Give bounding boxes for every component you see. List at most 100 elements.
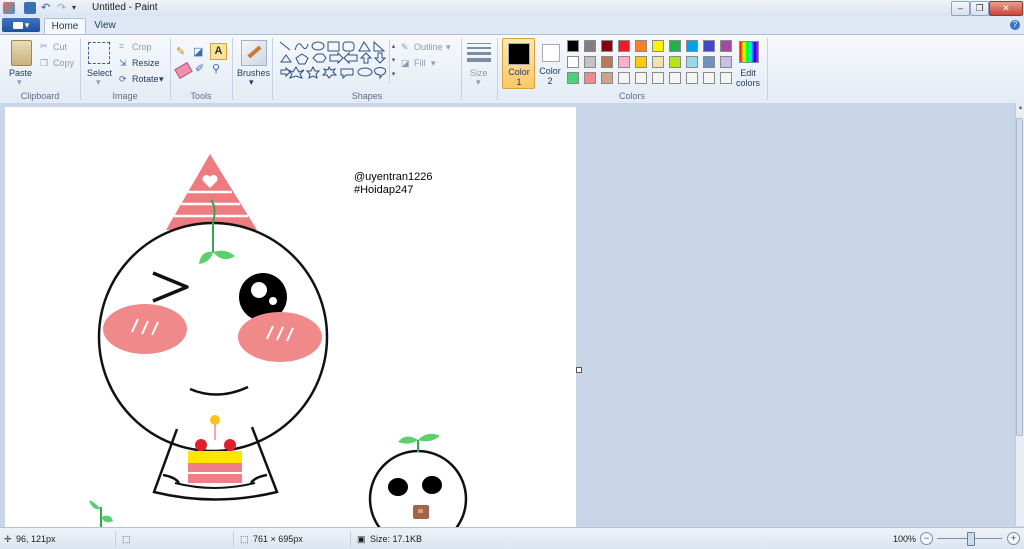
canvas-caption: @uyentran1226 #Hoidap247 <box>354 171 432 197</box>
color2-selector[interactable]: Color 2 <box>537 38 563 87</box>
color2-label: Color 2 <box>539 66 561 86</box>
redo-icon[interactable]: ↷ <box>57 2 69 14</box>
cut-button[interactable]: Cut <box>53 42 67 52</box>
cut-icon[interactable]: ✂ <box>40 41 48 52</box>
palette-color-swatch[interactable] <box>703 40 715 52</box>
outline-button[interactable]: Outline <box>414 42 443 52</box>
image-dimensions-icon: ⬚ <box>240 534 249 544</box>
palette-color-swatch[interactable] <box>584 56 596 68</box>
palette-color-swatch[interactable] <box>567 40 579 52</box>
palette-color-swatch[interactable] <box>669 72 681 84</box>
palette-color-swatch[interactable] <box>584 72 596 84</box>
drawing-canvas[interactable]: @uyentran1226 #Hoidap247 <box>5 107 576 527</box>
palette-color-swatch[interactable] <box>652 72 664 84</box>
copy-icon[interactable]: ❐ <box>40 58 48 69</box>
outline-dropdown-icon[interactable]: ▾ <box>446 42 451 53</box>
shapes-scroll[interactable]: ▴ ▾ ▾ <box>389 40 397 84</box>
brushes-icon[interactable] <box>241 40 267 66</box>
save-icon[interactable] <box>24 2 36 14</box>
rotate-icon[interactable]: ⟳ <box>119 74 127 85</box>
select-dropdown-icon[interactable]: ▾ <box>96 77 101 88</box>
status-divider <box>115 531 116 546</box>
magnifier-icon[interactable]: ⚲ <box>212 62 220 75</box>
palette-color-swatch[interactable] <box>601 72 613 84</box>
canvas-drawing <box>89 154 468 527</box>
palette-color-swatch[interactable] <box>652 40 664 52</box>
palette-color-swatch[interactable] <box>635 40 647 52</box>
copy-button[interactable]: Copy <box>53 58 74 68</box>
tab-home[interactable]: Home <box>44 18 86 35</box>
canvas-resize-handle[interactable] <box>576 367 582 373</box>
palette-color-swatch[interactable] <box>567 72 579 84</box>
shapes-gallery[interactable] <box>278 40 390 88</box>
select-icon[interactable] <box>88 42 110 64</box>
palette-color-swatch[interactable] <box>652 56 664 68</box>
crop-icon[interactable]: ⌗ <box>119 41 124 52</box>
palette-color-swatch[interactable] <box>584 40 596 52</box>
vertical-scroll-thumb[interactable] <box>1016 118 1023 436</box>
edit-colors-button[interactable]: Edit colors <box>734 68 762 88</box>
palette-color-swatch[interactable] <box>567 56 579 68</box>
color2-swatch <box>542 44 560 62</box>
paint-app-icon[interactable] <box>3 2 15 14</box>
palette-color-swatch[interactable] <box>601 56 613 68</box>
resize-icon[interactable]: ⇲ <box>119 58 127 69</box>
palette-color-swatch[interactable] <box>669 56 681 68</box>
paste-dropdown-icon[interactable]: ▾ <box>17 77 22 88</box>
scroll-up-arrow[interactable]: ▴ <box>1016 103 1024 111</box>
file-size: Size: 17.1KB <box>370 534 423 544</box>
palette-color-swatch[interactable] <box>635 72 647 84</box>
zoom-level: 100% <box>893 534 917 544</box>
customize-toolbar-icon[interactable]: ▾ <box>72 2 84 14</box>
zoom-in-button[interactable]: + <box>1007 532 1020 545</box>
outline-icon[interactable]: ✎ <box>401 42 409 53</box>
palette-color-swatch[interactable] <box>669 40 681 52</box>
resize-button[interactable]: Resize <box>132 58 160 68</box>
palette-color-swatch[interactable] <box>703 56 715 68</box>
fill-dropdown-icon[interactable]: ▾ <box>431 58 436 69</box>
eraser-icon[interactable] <box>174 61 193 80</box>
close-button[interactable]: ✕ <box>989 1 1023 16</box>
palette-color-swatch[interactable] <box>618 72 630 84</box>
size-dropdown-icon[interactable]: ▾ <box>476 77 481 88</box>
file-menu-button[interactable]: ▾ <box>2 18 40 32</box>
ribbon: Paste ▾ ✂ Cut ❐ Copy Clipboard Select ▾ … <box>0 34 1024 104</box>
rotate-dropdown-icon[interactable]: ▾ <box>159 74 164 85</box>
palette-color-swatch[interactable] <box>618 56 630 68</box>
fill-icon[interactable]: ◪ <box>401 58 410 69</box>
palette-color-swatch[interactable] <box>686 56 698 68</box>
palette-color-swatch[interactable] <box>720 72 732 84</box>
caption-line-1: @uyentran1226 <box>354 171 433 183</box>
fill-button[interactable]: Fill <box>414 58 426 68</box>
palette-color-swatch[interactable] <box>720 40 732 52</box>
color1-selector[interactable]: Color 1 <box>502 38 535 89</box>
tab-view[interactable]: View <box>88 18 122 34</box>
palette-color-swatch[interactable] <box>686 72 698 84</box>
pencil-icon[interactable]: ✎ <box>176 45 190 59</box>
group-divider <box>461 38 462 100</box>
help-icon[interactable]: ? <box>1010 20 1020 30</box>
color-picker-icon[interactable]: ✐ <box>195 62 204 75</box>
text-tool-icon[interactable]: A <box>210 43 227 60</box>
crop-button[interactable]: Crop <box>132 42 152 52</box>
palette-color-swatch[interactable] <box>686 40 698 52</box>
maximize-button[interactable]: ❐ <box>970 1 989 16</box>
palette-color-swatch[interactable] <box>618 40 630 52</box>
minimize-button[interactable]: – <box>951 1 970 16</box>
color-palette <box>567 40 737 88</box>
fill-bucket-icon[interactable]: ◪ <box>193 45 207 59</box>
edit-colors-icon[interactable] <box>739 41 759 63</box>
palette-color-swatch[interactable] <box>601 40 613 52</box>
paste-icon[interactable] <box>11 40 32 66</box>
brushes-dropdown-icon[interactable]: ▾ <box>249 77 254 88</box>
palette-color-swatch[interactable] <box>703 72 715 84</box>
clipboard-group-label: Clipboard <box>20 91 60 101</box>
palette-color-swatch[interactable] <box>635 56 647 68</box>
zoom-slider-thumb[interactable] <box>967 532 975 546</box>
rotate-button[interactable]: Rotate <box>132 74 159 84</box>
palette-color-swatch[interactable] <box>720 56 732 68</box>
undo-icon[interactable]: ↶ <box>41 2 53 14</box>
size-icon[interactable] <box>467 43 491 62</box>
color1-swatch <box>508 43 530 65</box>
zoom-out-button[interactable]: − <box>920 532 933 545</box>
